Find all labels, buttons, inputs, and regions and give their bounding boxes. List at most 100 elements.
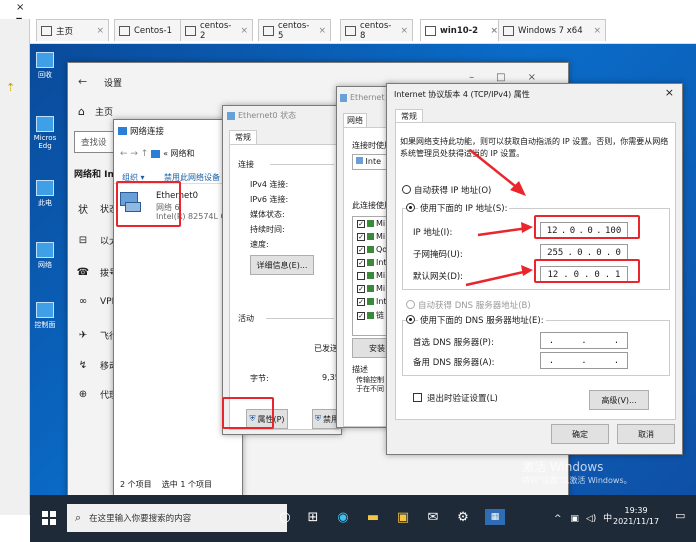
tab-5[interactable]: win10-2 ×: [420, 19, 503, 41]
desktop-app-icon: [36, 242, 54, 258]
pointer-icon: ⇡: [6, 81, 16, 94]
auto-dns-radio[interactable]: [406, 300, 415, 309]
component-checkbox[interactable]: ✓: [357, 284, 365, 293]
settings-title: 设置: [104, 79, 123, 89]
tab-0[interactable]: 主页 ×: [36, 19, 109, 41]
activation-watermark: 激活 Windows 转到"设置"以激活 Windows。: [522, 458, 632, 486]
tab-2[interactable]: centos-2 ×: [180, 19, 253, 41]
desktop-app-icon: [36, 52, 54, 68]
ime-indicator[interactable]: 中: [603, 514, 612, 524]
cancel-button[interactable]: 取消: [617, 424, 675, 444]
tray-speaker-icon[interactable]: ◁): [586, 514, 596, 524]
manual-ip-radio[interactable]: [406, 203, 415, 212]
task-view-icon[interactable]: ○: [277, 509, 293, 525]
back-arrow-icon[interactable]: ←: [78, 75, 87, 88]
close-icon[interactable]: ×: [665, 86, 674, 99]
taskbar-search-box[interactable]: ⌕ 在这里输入你要搜索的内容: [67, 504, 287, 532]
component-checkbox[interactable]: ✓: [357, 297, 365, 306]
settings-nav-item[interactable]: ☎ 拨号: [76, 266, 118, 279]
component-item[interactable]: ✓ Mi: [357, 232, 385, 241]
component-item[interactable]: ✓ Mi: [357, 284, 385, 293]
mail-icon[interactable]: ✉: [425, 509, 441, 525]
component-checkbox[interactable]: ✓: [357, 232, 365, 241]
tray-chevron-icon[interactable]: ^: [554, 514, 562, 524]
tab-close-icon[interactable]: ×: [485, 26, 498, 36]
status-titlebar: Ethernet0 状态: [227, 110, 296, 121]
status-tab-general[interactable]: 常规: [229, 130, 257, 144]
tab-close-icon[interactable]: ×: [313, 26, 326, 36]
auto-dns-label: 自动获得 DNS 服务器地址(B): [418, 301, 531, 311]
left-toolbar-close[interactable]: ×: [16, 2, 24, 13]
netconn-nav[interactable]: ← → ↑ « 网络和: [120, 148, 195, 159]
activity-group-label: 活动: [238, 314, 254, 323]
component-item[interactable]: Mi: [357, 271, 385, 280]
settings-nav-item[interactable]: ⊕ 代理: [76, 388, 118, 401]
annotation-box-properties: [222, 397, 274, 429]
settings-nav-item[interactable]: ⊟ 以太: [76, 234, 118, 247]
component-item[interactable]: ✓ Int: [357, 258, 387, 267]
component-item[interactable]: ✓ 链: [357, 310, 384, 321]
component-label: Int: [376, 297, 387, 306]
manual-dns-radio[interactable]: [406, 315, 415, 324]
store-icon[interactable]: ▣: [395, 509, 411, 525]
desktop-icon[interactable]: 此电: [32, 180, 58, 208]
component-checkbox[interactable]: ✓: [357, 258, 365, 267]
component-checkbox[interactable]: ✓: [357, 311, 365, 320]
settings-nav-item[interactable]: ∞ VPN: [76, 296, 119, 307]
settings-nav-item[interactable]: ↯ 移动: [76, 359, 118, 372]
settings-home-item[interactable]: ⌂ 主页: [78, 105, 113, 118]
ipv4-tab-general[interactable]: 常规: [395, 109, 423, 123]
ip-dot: .: [586, 247, 593, 258]
component-item[interactable]: ✓ Qo: [357, 245, 387, 254]
component-checkbox[interactable]: ✓: [357, 219, 365, 228]
auto-ip-radio[interactable]: [402, 185, 411, 194]
tab-close-icon[interactable]: ×: [91, 26, 104, 36]
settings-nav-item[interactable]: ✈ 飞行: [76, 329, 118, 342]
home-tab-icon: [41, 25, 52, 36]
network-connections-taskbar-icon[interactable]: ▦: [485, 509, 505, 525]
desktop-icon[interactable]: Micros Edg: [32, 116, 58, 150]
desktop-icon[interactable]: 网络: [32, 242, 58, 270]
vm-tab-icon: [425, 25, 436, 36]
netconn-breadcrumb: « 网络和: [163, 149, 195, 158]
clock[interactable]: 19:39 2021/11/17: [613, 505, 659, 527]
validate-checkbox[interactable]: [413, 393, 422, 402]
desktop-icon-label: 网络: [38, 261, 52, 269]
annotation-box-gateway: [534, 259, 640, 283]
tray-network-icon[interactable]: ▣: [570, 514, 579, 524]
ok-button[interactable]: 确定: [551, 424, 609, 444]
tab-3[interactable]: centos-5 ×: [258, 19, 331, 41]
details-button[interactable]: 详细信息(E)...: [250, 255, 314, 275]
preferred-dns-input[interactable]: . . .: [540, 332, 628, 349]
nav-folder-icon: [151, 149, 161, 158]
component-item[interactable]: ✓ Mi: [357, 219, 385, 228]
desktop-icon[interactable]: 回收: [32, 52, 58, 80]
tab-close-icon[interactable]: ×: [235, 26, 248, 36]
tab-4[interactable]: centos-8 ×: [340, 19, 413, 41]
widgets-icon[interactable]: ⊞: [305, 509, 321, 525]
component-icon: [367, 220, 374, 227]
props-tab-network[interactable]: 网络: [343, 113, 367, 127]
advanced-button[interactable]: 高级(V)...: [589, 390, 649, 410]
desktop-icon[interactable]: 控制面: [32, 302, 58, 330]
component-checkbox[interactable]: ✓: [357, 245, 365, 254]
tab-close-icon[interactable]: ×: [395, 26, 408, 36]
notification-icon[interactable]: ▭: [675, 509, 685, 522]
component-label: Mi: [376, 219, 386, 228]
component-item[interactable]: ✓ Int: [357, 297, 387, 306]
tab-close-icon[interactable]: ×: [588, 26, 601, 36]
settings-nav-item[interactable]: 状状态: [76, 201, 118, 216]
validate-label: 退出时验证设置(L): [427, 394, 498, 404]
component-icon: [367, 272, 374, 279]
alternate-dns-input[interactable]: . . .: [540, 352, 628, 369]
taskbar-search-text: 在这里输入你要搜索的内容: [89, 514, 192, 524]
component-icon: [367, 312, 374, 319]
tab-6[interactable]: Windows 7 x64 ×: [498, 19, 606, 41]
settings-gear-icon[interactable]: ⚙: [455, 509, 471, 525]
windows-start-icon[interactable]: [42, 511, 56, 525]
adapter-field-icon: [356, 157, 363, 164]
vm-tab-icon: [503, 25, 514, 36]
component-checkbox[interactable]: [357, 271, 365, 280]
file-explorer-icon[interactable]: ▬: [365, 509, 381, 525]
edge-icon[interactable]: ◉: [335, 509, 351, 525]
